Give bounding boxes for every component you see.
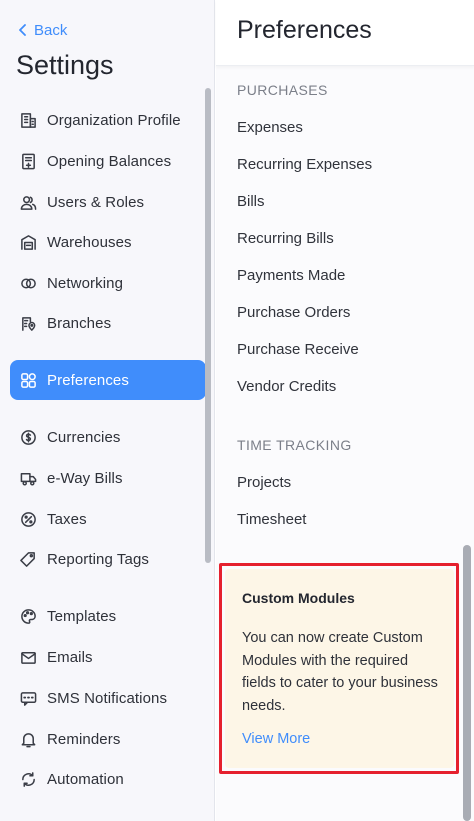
nav-item-emails[interactable]: Emails <box>10 637 206 677</box>
nav-item-branches[interactable]: Branches <box>10 303 206 343</box>
nav-label: Reminders <box>47 730 121 748</box>
pref-link-vendor-credits[interactable]: Vendor Credits <box>237 378 336 395</box>
pref-link-purchase-orders[interactable]: Purchase Orders <box>237 304 350 321</box>
back-link[interactable]: Back <box>18 20 67 40</box>
custom-modules-card: Custom Modules You can now create Custom… <box>225 569 454 768</box>
nav-item-reminders[interactable]: Reminders <box>10 719 206 759</box>
nav-item-templates[interactable]: Templates <box>10 596 206 636</box>
sidebar-scrollbar[interactable] <box>205 88 211 563</box>
truck-icon <box>19 469 37 487</box>
settings-sidebar: Back Settings Organization Profile Openi… <box>0 0 215 821</box>
nav-item-taxes[interactable]: Taxes <box>10 499 206 539</box>
pref-link-projects[interactable]: Projects <box>237 474 291 491</box>
nav-item-e-way-bills[interactable]: e-Way Bills <box>10 458 206 498</box>
grid-preferences-icon <box>19 371 37 389</box>
warehouse-icon <box>19 233 37 251</box>
nav-item-preferences[interactable]: Preferences <box>10 360 206 400</box>
nav-label: SMS Notifications <box>47 689 168 707</box>
nav-label: Networking <box>47 274 124 292</box>
nav-label: Currencies <box>47 428 121 446</box>
users-icon <box>19 193 37 211</box>
nav-item-warehouses[interactable]: Warehouses <box>10 222 206 262</box>
nav-label: e-Way Bills <box>47 469 123 487</box>
pref-link-payments-made[interactable]: Payments Made <box>237 267 345 284</box>
nav-label: Warehouses <box>47 233 132 251</box>
pref-link-timesheet[interactable]: Timesheet <box>237 511 306 528</box>
currency-icon <box>19 428 37 446</box>
nav-label: Opening Balances <box>47 152 172 170</box>
nav-item-sms-notifications[interactable]: SMS Notifications <box>10 678 206 718</box>
sms-icon <box>19 689 37 707</box>
nav-label: Emails <box>47 648 93 666</box>
section-heading-purchases: PURCHASES <box>237 82 328 98</box>
settings-title: Settings <box>16 50 114 80</box>
nav-item-users-roles[interactable]: Users & Roles <box>10 182 206 222</box>
nav-label: Organization Profile <box>47 111 181 129</box>
nav-label: Taxes <box>47 510 87 528</box>
back-label: Back <box>34 21 68 39</box>
view-more-link[interactable]: View More <box>242 731 310 747</box>
page-title: Preferences <box>237 16 372 44</box>
pref-link-recurring-expenses[interactable]: Recurring Expenses <box>237 156 372 173</box>
nav-label: Preferences <box>47 371 129 389</box>
section-heading-time-tracking: TIME TRACKING <box>237 437 352 453</box>
pref-link-recurring-bills[interactable]: Recurring Bills <box>237 230 334 247</box>
preferences-header: Preferences <box>216 0 474 66</box>
palette-icon <box>19 607 37 625</box>
link-rings-icon <box>19 274 37 292</box>
nav-item-automation[interactable]: Automation <box>10 759 206 799</box>
tag-icon <box>19 550 37 568</box>
mail-icon <box>19 648 37 666</box>
bell-icon <box>19 730 37 748</box>
building-icon <box>19 111 37 129</box>
preferences-scrollbar[interactable] <box>463 545 471 821</box>
nav-label: Templates <box>47 607 117 625</box>
pref-link-expenses[interactable]: Expenses <box>237 119 303 136</box>
pref-link-bills[interactable]: Bills <box>237 193 265 210</box>
branch-location-icon <box>19 314 37 332</box>
nav-item-organization-profile[interactable]: Organization Profile <box>10 100 206 140</box>
card-title: Custom Modules <box>242 590 355 606</box>
nav-item-reporting-tags[interactable]: Reporting Tags <box>10 539 206 579</box>
ledger-icon <box>19 152 37 170</box>
chevron-left-icon <box>19 24 26 36</box>
nav-label: Users & Roles <box>47 193 145 211</box>
nav-item-currencies[interactable]: Currencies <box>10 417 206 457</box>
nav-item-opening-balances[interactable]: Opening Balances <box>10 141 206 181</box>
card-description: You can now create Custom Modules with t… <box>242 630 438 714</box>
nav-label: Branches <box>47 314 112 332</box>
nav-item-networking[interactable]: Networking <box>10 263 206 303</box>
refresh-icon <box>19 770 37 788</box>
pref-link-purchase-receive[interactable]: Purchase Receive <box>237 341 359 358</box>
percent-icon <box>19 510 37 528</box>
nav-label: Automation <box>47 770 124 788</box>
nav-label: Reporting Tags <box>47 550 150 568</box>
